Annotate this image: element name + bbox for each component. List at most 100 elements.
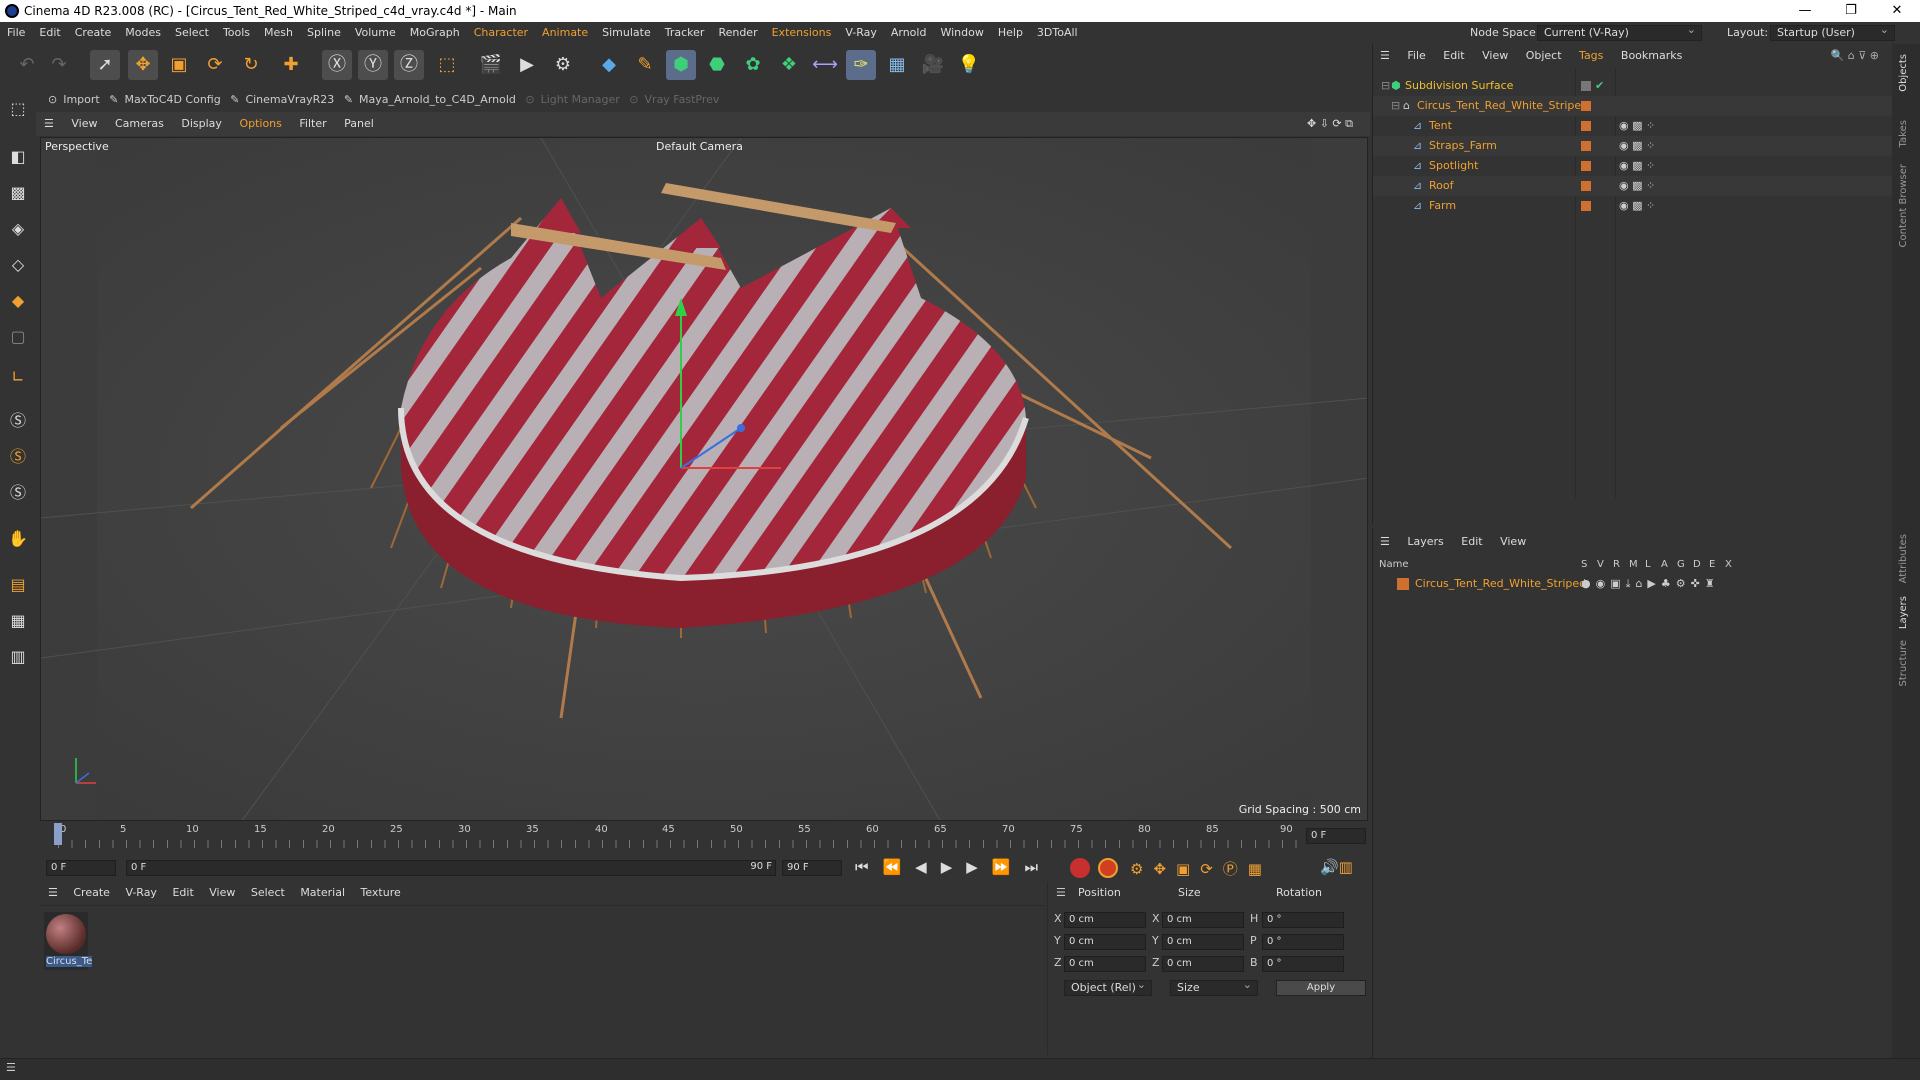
record-icon[interactable]	[1070, 858, 1090, 878]
viewport-menu-options[interactable]: Options	[239, 117, 281, 130]
render-picture-viewer-icon[interactable]: ▶	[512, 50, 542, 80]
cube-icon[interactable]: ◆	[594, 50, 624, 80]
status-hamburger-icon[interactable]: ☰	[6, 1061, 16, 1074]
enabled-check-icon[interactable]: ✔	[1595, 76, 1604, 96]
autokey-icon[interactable]	[1098, 858, 1118, 878]
material-tag-icon[interactable]: ◉ ▩ ⁘	[1619, 136, 1655, 156]
rotate-tool-icon[interactable]: ⟳	[200, 50, 230, 80]
viewport-menu-panel[interactable]: Panel	[344, 117, 374, 130]
size-y-field[interactable]: 0 cm	[1162, 934, 1244, 950]
z-axis-icon[interactable]: Ⓩ	[394, 50, 424, 80]
snap-settings-icon[interactable]: Ⓢ	[3, 442, 33, 472]
object-row[interactable]: ⊿ Farm ◉ ▩ ⁘	[1373, 196, 1893, 216]
size-x-field[interactable]: 0 cm	[1162, 912, 1244, 928]
snap-icon[interactable]: Ⓢ	[3, 406, 33, 436]
x-axis-icon[interactable]: Ⓧ	[322, 50, 352, 80]
menu-character[interactable]: Character	[474, 26, 528, 39]
tab-attributes[interactable]: Attributes	[1898, 534, 1909, 583]
add-tool-icon[interactable]: ✚	[276, 50, 306, 80]
menu-volume[interactable]: Volume	[355, 26, 396, 39]
rot-h-field[interactable]: 0 °	[1262, 912, 1344, 928]
rot-b-field[interactable]: 0 °	[1262, 956, 1344, 972]
render-settings-icon[interactable]: ⚙	[548, 50, 578, 80]
layer-row[interactable]: Circus_Tent_Red_White_Striped ●◉▣⤓⌂▶♣⚙✜♜	[1373, 574, 1893, 594]
menu-animate[interactable]: Animate	[542, 26, 588, 39]
material-swatch[interactable]: Circus_Te	[44, 912, 93, 970]
menu-tools[interactable]: Tools	[223, 26, 250, 39]
layer-color-icon[interactable]	[1581, 101, 1591, 111]
menu-vray[interactable]: V-Ray	[845, 26, 877, 39]
viewport[interactable]: Perspective Default Camera Grid Spacing …	[40, 137, 1368, 821]
layout-dropdown[interactable]: Startup (User)	[1770, 23, 1895, 41]
material-tag-icon[interactable]: ◉ ▩ ⁘	[1619, 156, 1655, 176]
material-hamburger-icon[interactable]: ☰	[48, 886, 58, 899]
object-menu-edit[interactable]: Edit	[1443, 49, 1464, 62]
coordinate-system-icon[interactable]: ⬚	[432, 50, 462, 80]
plugin-cinemavray[interactable]: CinemaVrayR23	[245, 93, 334, 106]
material-menu-texture[interactable]: Texture	[361, 886, 401, 899]
object-menu-bookmarks[interactable]: Bookmarks	[1621, 49, 1682, 62]
size-mode-dropdown[interactable]: Size	[1170, 978, 1258, 996]
display-tag-icon[interactable]	[1581, 81, 1591, 91]
node-space-dropdown[interactable]: Current (V-Ray)	[1537, 23, 1702, 41]
extrude-icon[interactable]: ⬣	[702, 50, 732, 80]
mograph-icon[interactable]: ❖	[774, 50, 804, 80]
rot-p-field[interactable]: 0 °	[1262, 934, 1344, 950]
material-menu-select[interactable]: Select	[251, 886, 285, 899]
move-tool-icon[interactable]: ✥	[128, 50, 158, 80]
object-menu-object[interactable]: Object	[1526, 49, 1562, 62]
axis-mode-icon[interactable]: ∟	[3, 362, 33, 392]
object-menu-view[interactable]: View	[1482, 49, 1508, 62]
menu-simulate[interactable]: Simulate	[602, 26, 651, 39]
end-frame-field[interactable]: 90 F	[782, 860, 842, 876]
object-row[interactable]: ⊿ Spotlight ◉ ▩ ⁘	[1373, 156, 1893, 176]
plugin-import[interactable]: Import	[63, 93, 100, 106]
material-menu-view[interactable]: View	[209, 886, 235, 899]
viewport-nav-icons[interactable]: ✥ ⇩ ⟳ ⧉	[1307, 112, 1353, 136]
plugin-maxtoc4d[interactable]: MaxToC4D Config	[124, 93, 220, 106]
edges-mode-icon[interactable]: ◇	[3, 250, 33, 280]
object-row[interactable]: ⊿ Roof ◉ ▩ ⁘	[1373, 176, 1893, 196]
menu-tracker[interactable]: Tracker	[665, 26, 705, 39]
layers-menu-edit[interactable]: Edit	[1461, 535, 1482, 548]
timeline-ruler[interactable]: 0 5 10 15 20 25 30 35 40 45 50 55 60 65 …	[40, 822, 1370, 856]
texture-mode-icon[interactable]: ▩	[3, 178, 33, 208]
camera-icon[interactable]: 🎥	[918, 50, 948, 80]
viewport-menu-display[interactable]: Display	[181, 117, 222, 130]
plugin-maya-arnold[interactable]: Maya_Arnold_to_C4D_Arnold	[359, 93, 516, 106]
uv-mode-icon[interactable]: ▢	[3, 322, 33, 352]
tab-content-browser[interactable]: Content Browser	[1898, 164, 1909, 247]
pos-y-field[interactable]: 0 cm	[1064, 934, 1146, 950]
redo-icon[interactable]: ↷	[44, 50, 74, 80]
scale-tool-icon[interactable]: ▣	[164, 50, 194, 80]
minimize-icon[interactable]: —	[1782, 0, 1828, 22]
apply-button[interactable]: Apply	[1276, 980, 1366, 996]
transport-controls[interactable]: ⏮⏪◀▶▶⏩⏭	[855, 858, 1052, 876]
camera-name[interactable]: Default Camera	[656, 140, 743, 153]
size-z-field[interactable]: 0 cm	[1162, 956, 1244, 972]
hamburger-icon[interactable]: ☰	[44, 117, 54, 130]
layer-color-icon[interactable]	[1397, 578, 1409, 590]
key-tools-icons[interactable]: ⚙✥▣⟳Ⓟ▦	[1130, 858, 1272, 879]
pen-spline-icon[interactable]: ✎	[630, 50, 660, 80]
menu-edit[interactable]: Edit	[39, 26, 60, 39]
material-tag-icon[interactable]: ◉ ▩ ⁘	[1619, 116, 1655, 136]
menu-spline[interactable]: Spline	[307, 26, 341, 39]
object-hamburger-icon[interactable]: ☰	[1380, 49, 1390, 62]
current-frame-field[interactable]: 0 F	[1306, 828, 1366, 844]
layer-color-icon[interactable]	[1581, 161, 1591, 171]
menu-mesh[interactable]: Mesh	[264, 26, 293, 39]
undo-icon[interactable]: ↶	[12, 50, 42, 80]
tab-objects[interactable]: Objects	[1898, 54, 1909, 92]
object-menu-tags[interactable]: Tags	[1579, 49, 1603, 62]
tab-structure[interactable]: Structure	[1898, 640, 1909, 687]
menu-extensions[interactable]: Extensions	[772, 26, 832, 39]
material-menu-vray[interactable]: V-Ray	[125, 886, 157, 899]
y-axis-icon[interactable]: Ⓨ	[358, 50, 388, 80]
workplane-icon[interactable]: ▤	[3, 570, 33, 600]
viewport-menu-filter[interactable]: Filter	[299, 117, 326, 130]
model-mode-icon[interactable]: ◧	[3, 142, 33, 172]
material-menu-edit[interactable]: Edit	[172, 886, 193, 899]
tab-takes[interactable]: Takes	[1898, 120, 1909, 147]
tab-layers[interactable]: Layers	[1898, 596, 1909, 629]
